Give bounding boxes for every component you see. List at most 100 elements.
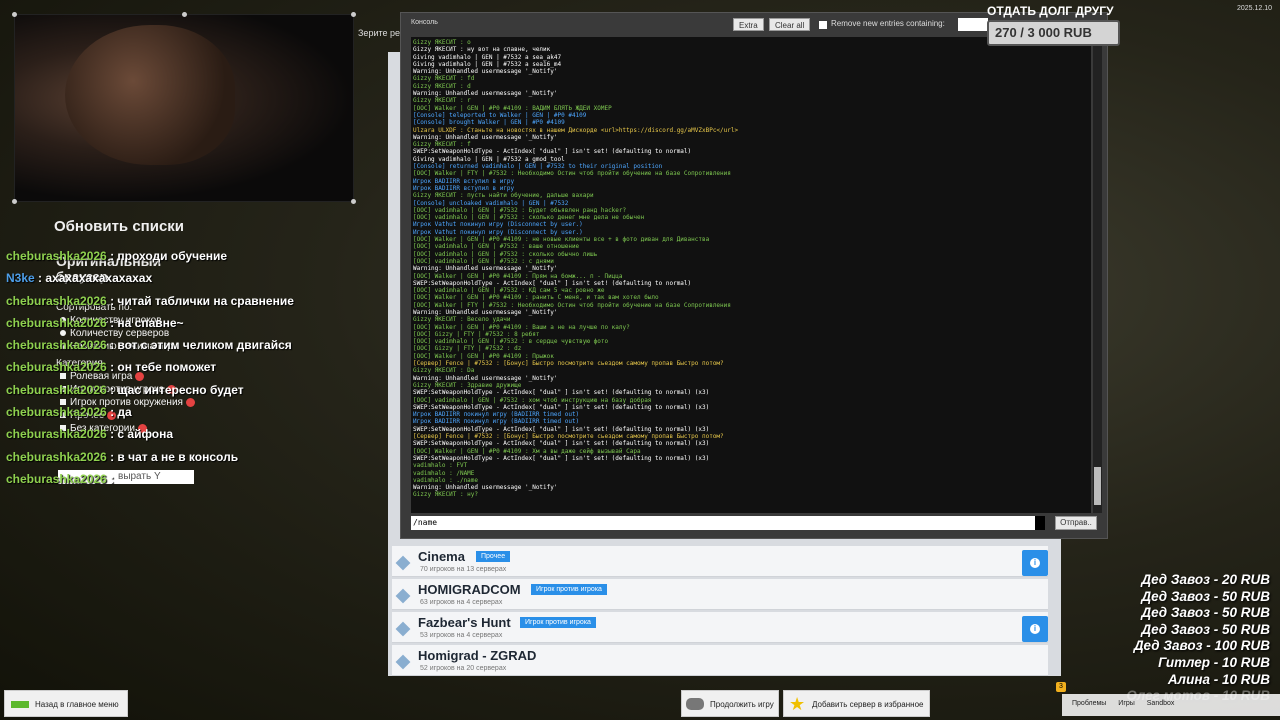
webcam-corner bbox=[182, 12, 187, 17]
console-line: [Console] uncloaked vadimhalo | GEN | #7… bbox=[413, 199, 569, 207]
chat-username: cheburashka2026 bbox=[6, 427, 107, 442]
console-line: [ООС] vadimhalo | GEN | #7532 : Будет об… bbox=[413, 206, 627, 214]
chat-username: cheburashka2026 bbox=[6, 293, 107, 308]
gamepad-icon bbox=[686, 698, 704, 710]
console-line: Игрок Vathut покинул игру (Disconnect by… bbox=[413, 221, 583, 229]
console-line: [Console] returned vadimhalo | GEN | #75… bbox=[413, 163, 663, 171]
console-line: SWEP:SetWeaponHoldType - ActIndex[ "dual… bbox=[413, 403, 710, 411]
donation-entry: Алина - 10 RUB bbox=[1167, 671, 1270, 687]
console-line: [ООС] vadimhalo | GEN | #7532 : КД сам 5… bbox=[413, 287, 605, 295]
add-favorite-button[interactable]: ★ Добавить сервер в избранное bbox=[783, 690, 930, 717]
console-line: vadimhalo : ./name bbox=[413, 476, 479, 484]
console-line: [ООС] Walker | GEN | #P0 #4109 : Прыжок bbox=[413, 352, 554, 360]
donation-list: Дед Завоз - 20 RUB Дед Завоз - 50 RUB Дед … bbox=[1100, 572, 1270, 705]
webcam-feed bbox=[12, 12, 356, 204]
remove-entries-input[interactable] bbox=[958, 18, 988, 31]
donation-entry: Дед Завоз - 20 RUB bbox=[1141, 572, 1270, 587]
webcam-corner bbox=[351, 199, 356, 204]
console-line: Игрок BADIIRR вступил в игру bbox=[413, 177, 515, 185]
notification-badge: 3 bbox=[1056, 682, 1066, 692]
server-info-button[interactable]: i bbox=[1022, 616, 1048, 642]
sandbox-button[interactable]: Sandbox bbox=[1147, 700, 1175, 707]
console-line: Gizzy ЯКЕСИТ : Весело удачи bbox=[413, 316, 511, 324]
console-line: Warning: Unhandled usermessage '_Notify' bbox=[413, 484, 558, 492]
chat-message: cheburashka2026 : щас интересно будет bbox=[6, 379, 336, 401]
chat-text: : проходи обучение bbox=[106, 249, 228, 263]
chat-text: : он тебе поможет bbox=[106, 360, 217, 375]
bottom-tray: 3 Проблемы Игры Sandbox bbox=[1056, 682, 1280, 716]
console-line: [ООС] Walker | FTY | #7532 : Необходимо … bbox=[413, 170, 731, 178]
console-line: [ООС] Gizzy | FTY | #7532 : 8 ребят bbox=[413, 330, 540, 338]
chat-username: cheburashka2026 bbox=[6, 449, 107, 464]
console-line: [Сервер] Fence | #7532 : [Бонус] Быстро … bbox=[413, 360, 724, 368]
server-category-tag: Игрок против игрока bbox=[520, 617, 596, 628]
console-line: Warning: Unhandled usermessage '_Notify' bbox=[413, 90, 558, 98]
clear-all-button[interactable]: Clear all bbox=[769, 18, 811, 31]
console-log[interactable]: Gizzy ЯКЕСИТ : о Gizzy ЯКЕСИТ : ну вот на… bbox=[411, 37, 1091, 513]
chat-text: : читай таблички на сравнение bbox=[106, 293, 294, 308]
server-name: HOMIGRADCOM bbox=[418, 582, 521, 597]
server-row[interactable]: Cinema Прочее 70 игроков на 13 серверах i bbox=[392, 546, 1048, 577]
back-to-menu-button[interactable]: Назад в главное меню bbox=[4, 690, 128, 717]
console-line: [ООС] vadimhalo | GEN | #7532 : с днями bbox=[413, 257, 554, 265]
debt-goal-progress: 270 / 3 000 RUB bbox=[987, 20, 1120, 46]
console-line: [ООС] vadimhalo | GEN | #7532 : хом чтоб… bbox=[413, 396, 652, 404]
chat-message: cheburashka2026 : да bbox=[6, 401, 336, 423]
console-line: SWEP:SetWeaponHoldType - ActIndex[ "dual… bbox=[413, 148, 692, 156]
webcam-corner bbox=[12, 199, 17, 204]
console-line: Giving vadimhalo | GEN | #7532 a sea16_m… bbox=[413, 60, 562, 68]
server-row[interactable]: Homigrad - ZGRAD 52 игроков на 20 сервера… bbox=[392, 645, 1048, 676]
console-line: SWEP:SetWeaponHoldType - ActIndex[ "dual… bbox=[413, 425, 710, 433]
server-player-count: 70 игроков на 13 серверах bbox=[420, 566, 507, 573]
console-line: [Сервер] Fence | #7532 : [Бонус] Быстро … bbox=[413, 433, 724, 441]
date-label: 2025.12.10 bbox=[1237, 5, 1273, 12]
console-line: [ООС] Walker | GEN | #P0 #4109 : Ваши а … bbox=[413, 323, 630, 331]
games-button[interactable]: Игры bbox=[1118, 700, 1135, 707]
console-line: Игрок BADIIRR покинул игру (BADIIRR time… bbox=[413, 418, 580, 426]
chat-text: : на спавне~ bbox=[106, 315, 184, 330]
back-label: Назад в главное меню bbox=[35, 700, 119, 709]
console-line: [ООС] vadimhalo | GEN | #7532 : в сердце… bbox=[413, 338, 609, 346]
server-row[interactable]: HOMIGRADCOM Игрок против игрока 63 игроков… bbox=[392, 579, 1048, 610]
console-line: Игрок BADIIRR вступил в игру bbox=[413, 184, 515, 192]
remove-entries-label: Remove new entries containing: bbox=[831, 19, 945, 28]
console-line: [ООС] Walker | GEN | #P0 #4109 : Прям на… bbox=[413, 272, 623, 280]
chat-message: N3ke : ахахахахахахахах bbox=[6, 267, 336, 289]
partial-label: Зерите ре bbox=[358, 28, 401, 38]
chat-message: cheburashka2026 : на спавне~ bbox=[6, 312, 336, 334]
server-info-button[interactable]: i bbox=[1022, 550, 1048, 576]
console-line: Gizzy ЯКЕСИТ : пусть найти обучение, дал… bbox=[413, 192, 594, 200]
favorite-label: Добавить сервер в избранное bbox=[812, 700, 924, 709]
remove-entries-checkbox[interactable] bbox=[819, 21, 827, 29]
send-button[interactable]: Отправ.. bbox=[1055, 516, 1097, 530]
console-command-input[interactable]: /name bbox=[411, 516, 1045, 530]
console-line: Warning: Unhandled usermessage '_Notify' bbox=[413, 68, 558, 76]
problems-button[interactable]: Проблемы bbox=[1072, 700, 1106, 707]
chat-username: cheburashka2026 bbox=[6, 382, 107, 397]
console-line: [Console] teleported to Walker | GEN | #… bbox=[413, 111, 587, 119]
chat-text: : в чат а не в консоль bbox=[106, 449, 239, 464]
continue-game-button[interactable]: Продолжить игру bbox=[681, 690, 779, 717]
chat-text: : да bbox=[106, 405, 132, 420]
chat-username: cheburashka2026 bbox=[6, 471, 107, 486]
autocomplete-indicator bbox=[1035, 516, 1045, 530]
server-row[interactable]: Fazbear's Hunt Игрок против игрока 53 игро… bbox=[392, 612, 1048, 643]
stream-chat: cheburashka2026 : проходи обучение N3ke :… bbox=[6, 245, 336, 490]
donation-entry: Дед Завоз - 50 RUB bbox=[1141, 588, 1270, 604]
console-line: SWEP:SetWeaponHoldType - ActIndex[ "dual… bbox=[413, 389, 710, 397]
server-category-tag: Игрок против игрока bbox=[531, 584, 607, 595]
console-line: [ООС] Walker | FTY | #7532 : Необходимо … bbox=[413, 301, 731, 309]
console-line: [ООС] vadimhalo | GEN | #7532 : ваше отн… bbox=[413, 243, 580, 251]
continue-label: Продолжить игру bbox=[710, 700, 774, 709]
console-scrollbar[interactable] bbox=[1093, 37, 1102, 513]
extra-button[interactable]: Extra bbox=[733, 18, 764, 31]
scrollbar-thumb[interactable] bbox=[1094, 467, 1101, 505]
console-line: Warning: Unhandled usermessage '_Notify' bbox=[413, 374, 558, 382]
console-line: vadimhalo : /NAME bbox=[413, 469, 475, 477]
refresh-lists-button[interactable]: Обновить списки bbox=[0, 218, 238, 235]
chat-text: : ахахахахахахахах bbox=[34, 271, 153, 286]
chat-username: cheburashka2026 bbox=[6, 315, 107, 330]
console-title: Консоль bbox=[411, 19, 438, 26]
server-category-tag: Прочее bbox=[476, 551, 511, 562]
console-line: [ООС] Walker | GEN | #P0 #4109 : не новы… bbox=[413, 236, 710, 244]
